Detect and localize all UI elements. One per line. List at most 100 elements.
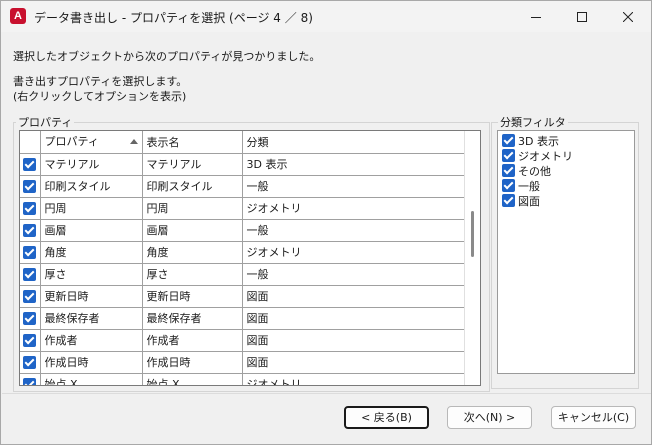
properties-grid[interactable]: プロパティ 表示名 分類 マテリアル マテリアル 3D 表示 印刷スタイル 印刷スタイル… [19, 130, 481, 386]
properties-group-label: プロパティ [16, 114, 75, 130]
row-checkbox-cell [20, 219, 41, 242]
table-row[interactable]: 厚さ 厚さ 一般 [20, 263, 467, 286]
property-cell[interactable]: 角度 [40, 241, 143, 264]
filter-checkbox[interactable] [502, 194, 515, 207]
row-checkbox-cell [20, 285, 41, 308]
row-checkbox[interactable] [23, 157, 37, 171]
properties-header-row: プロパティ 表示名 分類 [20, 131, 467, 154]
minimize-button[interactable] [513, 1, 559, 32]
category-cell[interactable]: 一般 [242, 263, 467, 286]
table-row[interactable]: マテリアル マテリアル 3D 表示 [20, 153, 467, 176]
category-filter-list[interactable]: 3D 表示 ジオメトリ その他 一般 図面 [497, 130, 635, 374]
category-cell[interactable]: 図面 [242, 351, 467, 374]
row-checkbox-cell [20, 197, 41, 220]
minimize-icon [531, 16, 541, 18]
filter-item-label: 図面 [518, 194, 540, 208]
table-row[interactable]: 更新日時 更新日時 図面 [20, 285, 467, 308]
filter-item[interactable]: 図面 [502, 193, 540, 208]
column-header-display-name[interactable]: 表示名 [142, 131, 243, 154]
table-row[interactable]: 最終保存者 最終保存者 図面 [20, 307, 467, 330]
property-cell[interactable]: 作成日時 [40, 351, 143, 374]
row-checkbox[interactable] [23, 333, 37, 347]
row-checkbox-cell [20, 153, 41, 176]
category-cell[interactable]: ジオメトリ [242, 241, 467, 264]
autocad-app-icon: A [10, 8, 26, 24]
filter-item-label: 一般 [518, 179, 540, 193]
display-name-cell[interactable]: 印刷スタイル [142, 175, 243, 198]
property-cell[interactable]: 厚さ [40, 263, 143, 286]
display-name-cell[interactable]: 角度 [142, 241, 243, 264]
table-row[interactable]: 印刷スタイル 印刷スタイル 一般 [20, 175, 467, 198]
filter-checkbox[interactable] [502, 164, 515, 177]
display-name-cell[interactable]: 円周 [142, 197, 243, 220]
display-name-cell[interactable]: 始点 X [142, 373, 243, 385]
property-cell[interactable]: 作成者 [40, 329, 143, 352]
display-name-cell[interactable]: 画層 [142, 219, 243, 242]
display-name-cell[interactable]: 厚さ [142, 263, 243, 286]
display-name-cell[interactable]: 作成者 [142, 329, 243, 352]
table-row[interactable]: 円周 円周 ジオメトリ [20, 197, 467, 220]
window-title: データ書き出し - プロパティを選択 (ページ 4 ／ 8) [34, 11, 313, 25]
category-filter-label: 分類フィルタ [498, 114, 568, 130]
category-cell[interactable]: 図面 [242, 285, 467, 308]
display-name-cell[interactable]: 更新日時 [142, 285, 243, 308]
back-button[interactable]: < 戻る(B) [344, 406, 429, 429]
row-checkbox[interactable] [23, 201, 37, 215]
property-cell[interactable]: 始点 X [40, 373, 143, 385]
category-cell[interactable]: 図面 [242, 307, 467, 330]
filter-item[interactable]: 一般 [502, 178, 540, 193]
category-cell[interactable]: 3D 表示 [242, 153, 467, 176]
category-cell[interactable]: ジオメトリ [242, 197, 467, 220]
filter-item-label: その他 [518, 164, 551, 178]
display-name-cell[interactable]: 作成日時 [142, 351, 243, 374]
property-cell[interactable]: 画層 [40, 219, 143, 242]
table-row[interactable]: 始点 X 始点 X ジオメトリ [20, 373, 467, 385]
row-checkbox-cell [20, 263, 41, 286]
close-button[interactable] [605, 1, 651, 32]
filter-checkbox[interactable] [502, 149, 515, 162]
right-click-hint: (右クリックしてオプションを表示) [13, 90, 187, 103]
scrollbar-thumb[interactable] [471, 211, 474, 257]
property-cell[interactable]: 円周 [40, 197, 143, 220]
maximize-button[interactable] [559, 1, 605, 32]
category-cell[interactable]: 図面 [242, 329, 467, 352]
property-cell[interactable]: 印刷スタイル [40, 175, 143, 198]
cancel-button[interactable]: キャンセル(C) [551, 406, 636, 429]
row-checkbox[interactable] [23, 223, 37, 237]
property-cell[interactable]: 最終保存者 [40, 307, 143, 330]
category-cell[interactable]: 一般 [242, 175, 467, 198]
row-checkbox[interactable] [23, 179, 37, 193]
row-checkbox[interactable] [23, 267, 37, 281]
filter-checkbox[interactable] [502, 134, 515, 147]
category-cell[interactable]: ジオメトリ [242, 373, 467, 385]
column-header-property[interactable]: プロパティ [40, 131, 143, 154]
table-row[interactable]: 作成者 作成者 図面 [20, 329, 467, 352]
column-header-category[interactable]: 分類 [242, 131, 467, 154]
property-cell[interactable]: マテリアル [40, 153, 143, 176]
header-checkbox-column [20, 131, 41, 154]
filter-item[interactable]: その他 [502, 163, 551, 178]
filter-item[interactable]: 3D 表示 [502, 133, 559, 148]
row-checkbox-cell [20, 307, 41, 330]
row-checkbox[interactable] [23, 377, 37, 385]
next-button[interactable]: 次へ(N) > [447, 406, 532, 429]
close-icon [623, 11, 633, 22]
table-row[interactable]: 作成日時 作成日時 図面 [20, 351, 467, 374]
column-header-property-label: プロパティ [44, 135, 99, 149]
property-cell[interactable]: 更新日時 [40, 285, 143, 308]
title-bar[interactable]: A データ書き出し - プロパティを選択 (ページ 4 ／ 8) [1, 1, 651, 32]
dialog-window: A データ書き出し - プロパティを選択 (ページ 4 ／ 8) 選択したオブジ… [0, 0, 652, 445]
display-name-cell[interactable]: 最終保存者 [142, 307, 243, 330]
filter-item[interactable]: ジオメトリ [502, 148, 573, 163]
row-checkbox[interactable] [23, 245, 37, 259]
category-cell[interactable]: 一般 [242, 219, 467, 242]
table-row[interactable]: 画層 画層 一般 [20, 219, 467, 242]
row-checkbox-cell [20, 175, 41, 198]
row-checkbox[interactable] [23, 355, 37, 369]
display-name-cell[interactable]: マテリアル [142, 153, 243, 176]
filter-checkbox[interactable] [502, 179, 515, 192]
row-checkbox[interactable] [23, 289, 37, 303]
row-checkbox[interactable] [23, 311, 37, 325]
table-row[interactable]: 角度 角度 ジオメトリ [20, 241, 467, 264]
vertical-scrollbar[interactable] [464, 131, 480, 385]
